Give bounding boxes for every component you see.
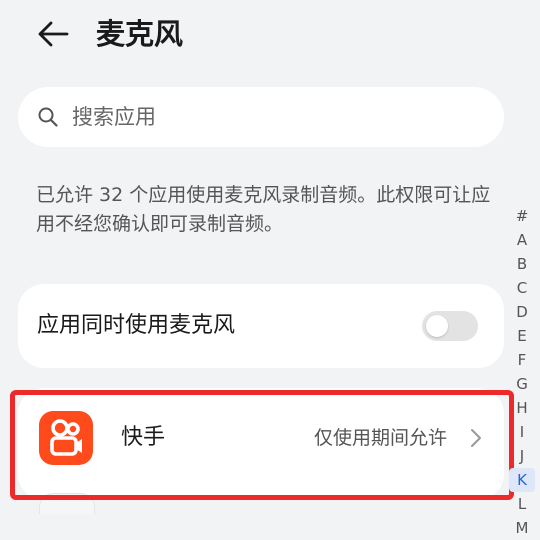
permission-description: 已允许 32 个应用使用麦克风录制音频。此权限可让应用不经您确认即可录制音频。 — [36, 184, 491, 235]
simultaneous-use-label: 应用同时使用麦克风 — [37, 313, 236, 338]
back-button[interactable] — [34, 14, 74, 54]
alphabet-letter-m[interactable]: M — [509, 516, 535, 540]
alphabet-letter-j[interactable]: J — [509, 444, 535, 468]
alphabet-letter-c[interactable]: C — [509, 276, 535, 300]
header: 麦克风 — [0, 0, 540, 70]
alphabet-letter-h[interactable]: H — [509, 396, 535, 420]
page-title: 麦克风 — [96, 17, 184, 51]
alphabet-letter-i[interactable]: I — [509, 420, 535, 444]
alphabet-letter-b[interactable]: B — [509, 252, 535, 276]
simultaneous-use-card: 应用同时使用麦克风 — [18, 284, 504, 368]
toggle-knob — [426, 315, 448, 337]
alphabet-letter-l[interactable]: L — [509, 492, 535, 516]
alphabet-letter-f[interactable]: F — [509, 348, 535, 372]
alphabet-letter-hash[interactable]: # — [509, 204, 535, 228]
alphabet-index[interactable]: # A B C D E F G H I J K L M — [509, 204, 535, 540]
search-input[interactable] — [72, 97, 472, 137]
alphabet-letter-e[interactable]: E — [509, 324, 535, 348]
selection-highlight — [10, 390, 514, 500]
simultaneous-use-toggle[interactable] — [422, 311, 478, 341]
alphabet-letter-k[interactable]: K — [509, 468, 535, 492]
search-icon — [38, 107, 58, 127]
back-arrow-icon — [38, 21, 69, 47]
alphabet-letter-d[interactable]: D — [509, 300, 535, 324]
alphabet-letter-a[interactable]: A — [509, 228, 535, 252]
alphabet-letter-g[interactable]: G — [509, 372, 535, 396]
search-bar[interactable] — [18, 87, 504, 147]
